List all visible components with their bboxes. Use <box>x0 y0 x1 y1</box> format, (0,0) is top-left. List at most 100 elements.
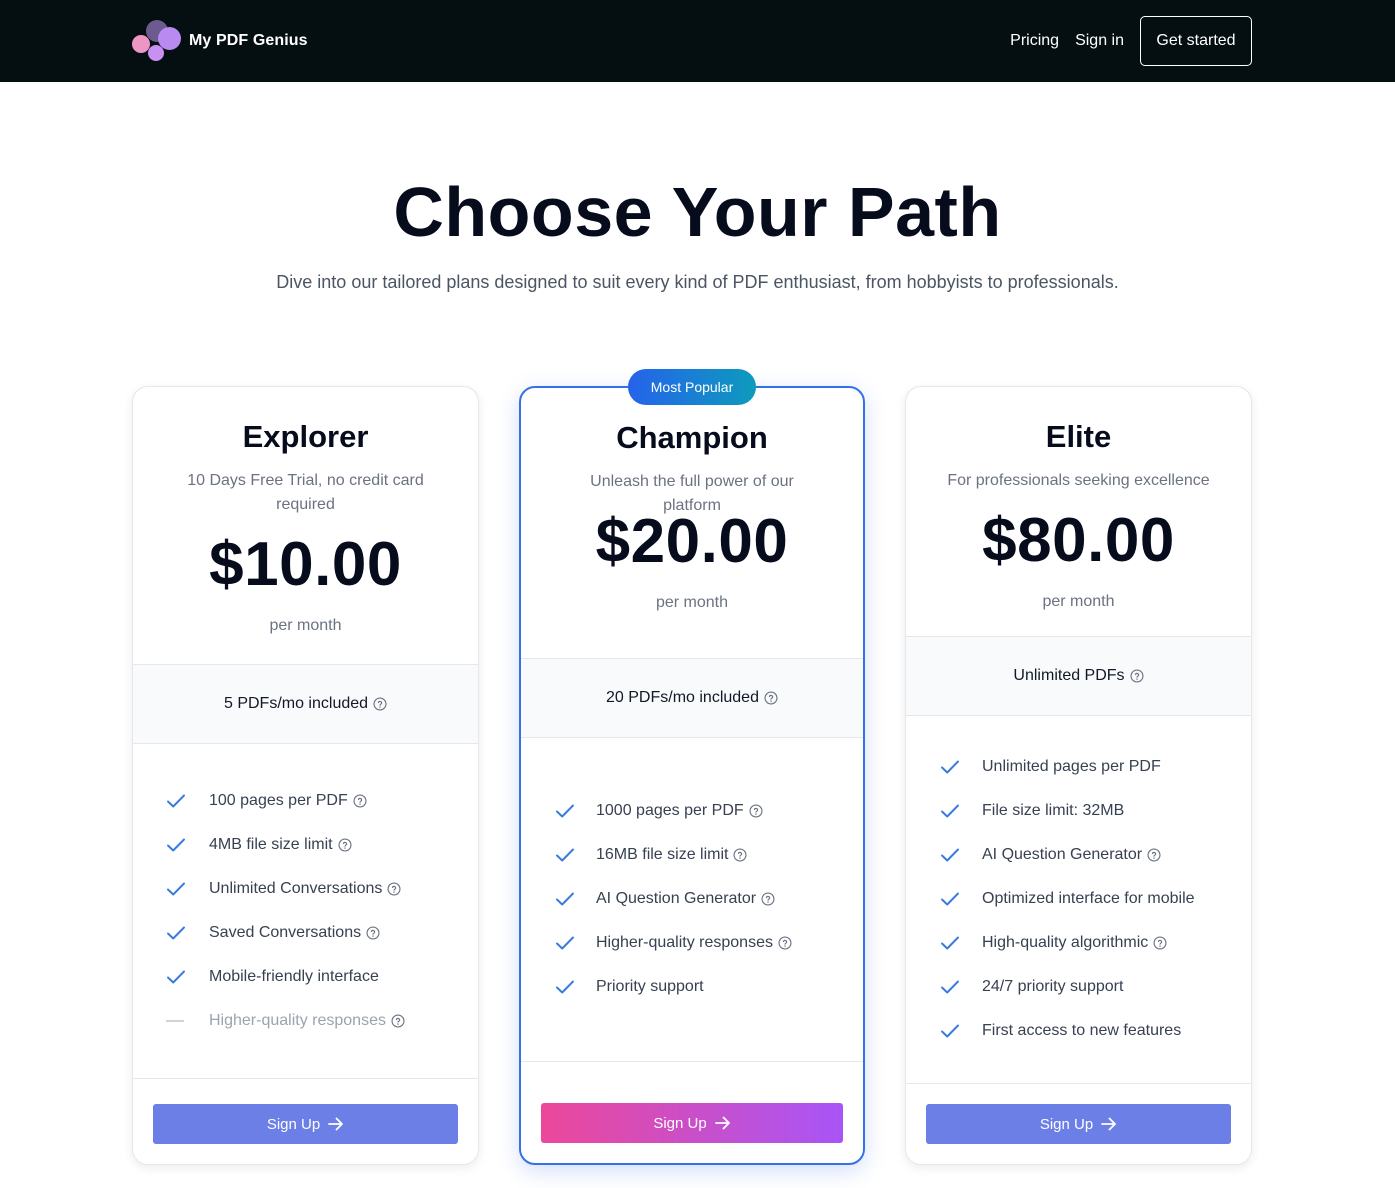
plan-name: Explorer <box>242 419 369 454</box>
plan-card-elite: Elite For professionals seeking excellen… <box>905 386 1252 1165</box>
brand-name: My PDF Genius <box>189 32 308 49</box>
plan-quota-label: 5 PDFs/mo included <box>223 695 369 712</box>
signup-label: Sign Up <box>653 1114 707 1132</box>
nav-signin-link[interactable]: Sign in <box>1075 32 1124 50</box>
champion-signup-button[interactable]: Sign Up <box>541 1103 843 1143</box>
feature-label: Priority support <box>596 978 704 995</box>
arrow-right-icon <box>328 1117 344 1131</box>
plan-quota: 20 PDFs/mo included <box>521 658 863 738</box>
feature-label-wrap: First access to new features <box>982 1022 1181 1040</box>
check-icon <box>941 760 959 774</box>
feature-label: 16MB file size limit <box>596 846 729 863</box>
nav-pricing-link[interactable]: Pricing <box>1010 32 1059 50</box>
feature-label-wrap: File size limit: 32MB <box>982 802 1124 820</box>
check-icon <box>556 936 574 950</box>
feature-item: 24/7 priority support <box>906 965 1251 1009</box>
check-icon <box>556 804 574 818</box>
help-icon[interactable] <box>778 936 792 950</box>
plan-name: Champion <box>616 420 768 455</box>
help-icon[interactable] <box>338 838 352 852</box>
feature-label: 24/7 priority support <box>982 978 1124 995</box>
feature-label: 4MB file size limit <box>209 836 333 853</box>
feature-item: AI Question Generator <box>906 833 1251 877</box>
plan-price: $80.00 <box>982 506 1175 575</box>
get-started-button[interactable]: Get started <box>1140 16 1252 66</box>
feature-label-wrap: 16MB file size limit <box>596 846 748 864</box>
page-title: Choose Your Path <box>393 173 1002 251</box>
help-icon[interactable] <box>1153 936 1167 950</box>
feature-label: Optimized interface for mobile <box>982 890 1195 907</box>
feature-item: Unlimited pages per PDF <box>906 745 1251 789</box>
feature-label: Saved Conversations <box>209 924 362 941</box>
feature-item: Higher-quality responses <box>521 921 863 965</box>
check-icon <box>556 848 574 862</box>
feature-list: Unlimited pages per PDF File size limit: … <box>906 745 1251 1053</box>
help-icon[interactable] <box>373 697 387 711</box>
feature-label-wrap: 4MB file size limit <box>209 836 352 854</box>
help-icon[interactable] <box>353 794 367 808</box>
plan-header: Explorer 10 Days Free Trial, no credit c… <box>133 419 478 517</box>
feature-item: 4MB file size limit <box>133 823 478 867</box>
help-icon[interactable] <box>764 691 778 705</box>
explorer-signup-button[interactable]: Sign Up <box>153 1104 458 1144</box>
feature-label: AI Question Generator <box>982 846 1143 863</box>
feature-item: Unlimited Conversations <box>133 867 478 911</box>
dash-icon <box>166 1020 184 1022</box>
feature-item: First access to new features <box>906 1009 1251 1053</box>
feature-label-wrap: AI Question Generator <box>982 846 1161 864</box>
feature-item: Higher-quality responses <box>133 999 478 1043</box>
elite-signup-button[interactable]: Sign Up <box>926 1104 1231 1144</box>
top-navbar: My PDF Genius Pricing Sign in Get starte… <box>0 0 1395 82</box>
check-icon <box>556 892 574 906</box>
help-icon[interactable] <box>749 804 763 818</box>
plan-description: For professionals seeking excellence <box>947 472 1210 489</box>
feature-label-wrap: Priority support <box>596 978 704 996</box>
plan-period: per month <box>655 594 729 611</box>
check-icon <box>167 838 185 852</box>
plan-price: $20.00 <box>595 507 789 576</box>
feature-item: Saved Conversations <box>133 911 478 955</box>
signup-label: Sign Up <box>1039 1115 1094 1133</box>
feature-list: 100 pages per PDF 4MB file size limit Unli… <box>133 779 478 1043</box>
feature-item: AI Question Generator <box>521 877 863 921</box>
help-icon[interactable] <box>761 892 775 906</box>
help-icon[interactable] <box>391 1014 405 1028</box>
feature-item: High-quality algorithmic <box>906 921 1251 965</box>
check-icon <box>941 936 959 950</box>
feature-label: AI Question Generator <box>596 890 757 907</box>
feature-label: Mobile-friendly interface <box>209 968 379 985</box>
feature-item: Mobile-friendly interface <box>133 955 478 999</box>
feature-label-wrap: 24/7 priority support <box>982 978 1123 996</box>
plan-quota: Unlimited PDFs <box>906 636 1251 716</box>
check-icon <box>941 804 959 818</box>
feature-item: Optimized interface for mobile <box>906 877 1251 921</box>
check-icon <box>941 892 959 906</box>
feature-item: Priority support <box>521 965 863 1009</box>
help-icon[interactable] <box>1130 669 1144 683</box>
check-icon <box>941 1024 959 1038</box>
plan-quota-label: Unlimited PDFs <box>1013 667 1125 684</box>
plan-name: Elite <box>1045 419 1112 454</box>
feature-label: File size limit: 32MB <box>982 802 1125 819</box>
plan-period: per month <box>1042 593 1115 610</box>
feature-label: First access to new features <box>982 1022 1182 1039</box>
plan-card-explorer: Explorer 10 Days Free Trial, no credit c… <box>132 386 479 1165</box>
help-icon[interactable] <box>387 882 401 896</box>
feature-label-wrap: Optimized interface for mobile <box>982 890 1195 908</box>
feature-label: High-quality algorithmic <box>982 934 1149 951</box>
signup-label: Sign Up <box>266 1115 321 1133</box>
feature-item: 16MB file size limit <box>521 833 863 877</box>
feature-list: 1000 pages per PDF 16MB file size limit AI… <box>521 789 863 1009</box>
check-icon <box>167 926 185 940</box>
brand-link[interactable]: My PDF Genius <box>131 18 308 64</box>
help-icon[interactable] <box>366 926 380 940</box>
plan-quota-label: 20 PDFs/mo included <box>606 689 759 706</box>
help-icon[interactable] <box>733 848 748 862</box>
help-icon[interactable] <box>1147 848 1161 862</box>
feature-label-wrap: Unlimited Conversations <box>209 880 401 898</box>
feature-label-wrap: 1000 pages per PDF <box>596 802 763 820</box>
check-icon <box>941 848 959 862</box>
plan-footer: Sign Up <box>133 1078 478 1165</box>
brand-logo-icon <box>131 18 183 64</box>
feature-label-wrap: Higher-quality responses <box>209 1012 405 1030</box>
